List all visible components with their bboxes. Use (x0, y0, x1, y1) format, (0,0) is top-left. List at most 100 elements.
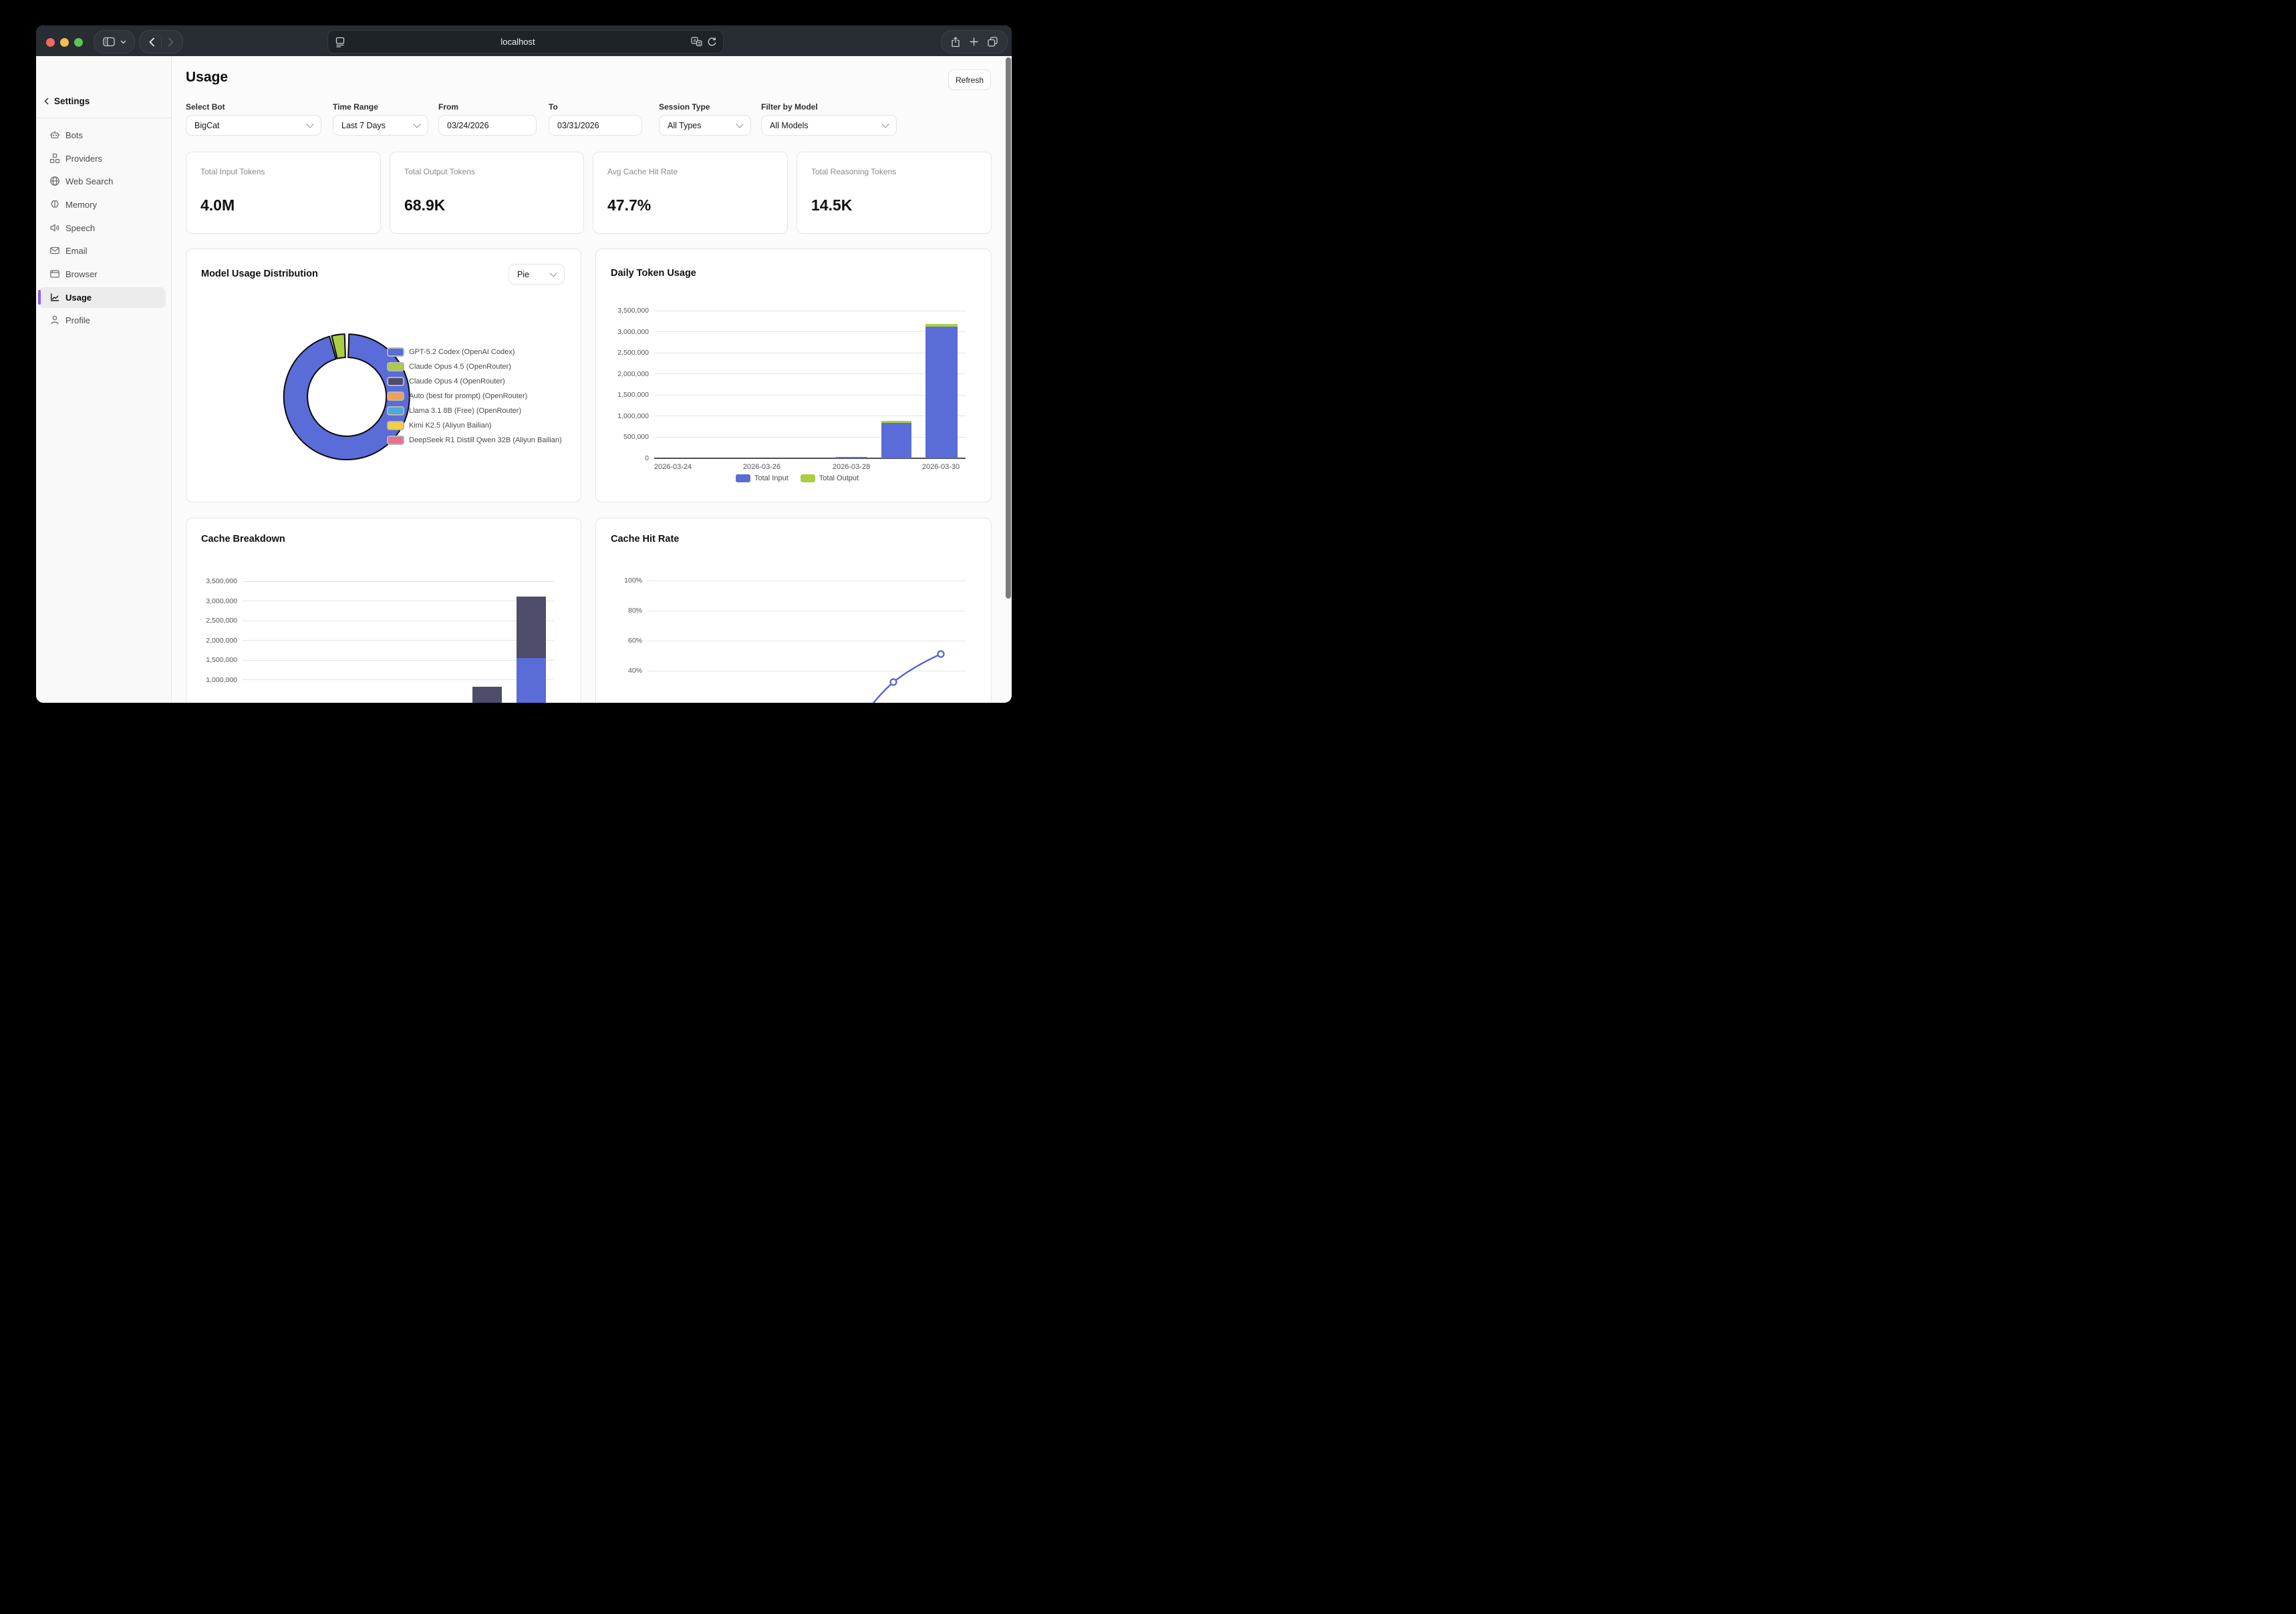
filter-label: To (549, 102, 558, 112)
y-tick: 2,500,000 (190, 617, 237, 625)
tab-overview-icon[interactable] (988, 37, 998, 47)
sidebar-item-label: Browser (65, 269, 98, 279)
sidebar-item-label: Email (65, 246, 88, 256)
sidebar-header[interactable]: Settings (44, 96, 90, 106)
sidebar-item-profile[interactable]: Profile (39, 310, 166, 331)
sidebar-title: Settings (54, 96, 90, 106)
legend-item[interactable]: Total Input (736, 474, 788, 482)
bar-cache-dark (517, 597, 546, 658)
active-item-accent (38, 290, 41, 305)
chevron-down-icon (881, 120, 889, 128)
desktop: { "titlebar": { "url": "localhost" }, "s… (0, 0, 1048, 736)
legend-item[interactable]: Llama 3.1 8B (Free) (OpenRouter) (387, 404, 562, 418)
select-bot-value: BigCat (194, 121, 307, 130)
daily-token-usage-card: Daily Token Usage 3,500,000 3,000,000 2,… (595, 249, 992, 502)
stat-card-reasoning-tokens: Total Reasoning Tokens 14.5K (797, 152, 992, 234)
x-tick: 2026-03-26 (732, 463, 792, 471)
bar-cache-blue (517, 658, 546, 703)
y-tick: 3,500,000 (190, 577, 237, 585)
legend-label: DeepSeek R1 Distill Qwen 32B (Aliyun Bai… (409, 436, 562, 444)
legend-swatch (387, 421, 404, 430)
share-icon[interactable] (951, 37, 960, 47)
cache-breakdown-card: Cache Breakdown 3,500,000 3,000,000 2,50… (186, 518, 581, 703)
bar-total-input (881, 423, 911, 458)
legend-label: Llama 3.1 8B (Free) (OpenRouter) (409, 407, 521, 415)
y-tick: 3,000,000 (190, 597, 237, 605)
to-date-value: 03/31/2026 (557, 121, 633, 130)
legend-swatch (736, 474, 750, 482)
legend-item[interactable]: Claude Opus 4.5 (OpenRouter) (387, 359, 562, 374)
legend-item[interactable]: GPT-5.2 Codex (OpenAI Codex) (387, 345, 562, 359)
legend-label: Total Input (754, 474, 788, 482)
refresh-button[interactable]: Refresh (948, 69, 991, 90)
x-tick: 2026-03-30 (911, 463, 971, 471)
sidebar-item-speech[interactable]: Speech (39, 218, 166, 238)
settings-sidebar: Settings Bots Providers (36, 56, 172, 703)
legend-item[interactable]: Kimi K2.5 (Aliyun Bailian) (387, 418, 562, 433)
legend-item[interactable]: Claude Opus 4 (OpenRouter) (387, 374, 562, 389)
sidebar-item-label: Speech (65, 223, 95, 233)
model-filter-value: All Models (770, 121, 883, 130)
legend-item[interactable]: Total Output (801, 474, 859, 482)
sidebar-item-usage[interactable]: Usage (39, 287, 166, 308)
reload-icon[interactable] (707, 37, 716, 47)
translate-icon[interactable]: A (691, 37, 702, 47)
close-window-button[interactable] (46, 38, 55, 47)
forward-icon[interactable] (162, 37, 180, 47)
sidebar-item-providers[interactable]: Providers (39, 148, 166, 169)
sidebar-toggle-button[interactable] (94, 30, 135, 53)
filter-label: Time Range (333, 102, 378, 112)
from-date-field[interactable]: 03/24/2026 (438, 115, 537, 136)
url-text: localhost (345, 37, 691, 47)
person-icon (49, 315, 60, 325)
to-date-field[interactable]: 03/31/2026 (549, 115, 642, 136)
legend-swatch (387, 436, 404, 445)
nav-button-group (139, 30, 183, 53)
legend-item[interactable]: DeepSeek R1 Distill Qwen 32B (Aliyun Bai… (387, 433, 562, 448)
address-bar[interactable]: localhost A (327, 30, 724, 53)
chart-line-icon (49, 292, 60, 303)
speaker-icon (49, 222, 60, 233)
session-type-value: All Types (668, 121, 737, 130)
sidebar-item-email[interactable]: Email (39, 240, 166, 261)
page-format-icon[interactable] (335, 37, 345, 47)
daily-chart-legend: Total Input Total Output (736, 474, 859, 482)
y-tick: 3,000,000 (602, 328, 649, 336)
new-tab-icon[interactable] (970, 37, 978, 46)
legend-item[interactable]: Auto (best for prompt) (OpenRouter) (387, 389, 562, 404)
x-tick: 2026-03-28 (821, 463, 881, 471)
stat-label: Total Input Tokens (200, 167, 265, 176)
select-bot-dropdown[interactable]: BigCat (186, 115, 321, 136)
chart-title: Cache Breakdown (201, 534, 285, 544)
stat-value: 14.5K (811, 196, 852, 214)
back-icon[interactable] (143, 37, 161, 47)
legend-label: Total Output (819, 474, 859, 482)
model-filter-dropdown[interactable]: All Models (761, 115, 897, 136)
filter-label: Select Bot (186, 102, 225, 112)
page-title: Usage (186, 69, 228, 86)
bar-cache-dark (472, 687, 502, 703)
filter-label: From (438, 102, 458, 112)
legend-label: Auto (best for prompt) (OpenRouter) (409, 392, 527, 400)
sidebar-toggle-icon (103, 37, 115, 47)
chevron-down-icon (306, 120, 313, 128)
session-type-dropdown[interactable]: All Types (659, 115, 751, 136)
legend-label: Kimi K2.5 (Aliyun Bailian) (409, 422, 492, 430)
legend-swatch (387, 347, 404, 357)
browser-window: localhost A (36, 25, 1012, 703)
time-range-dropdown[interactable]: Last 7 Days (333, 115, 428, 136)
sidebar-item-memory[interactable]: Memory (39, 194, 166, 215)
legend-swatch (387, 406, 404, 416)
stat-label: Total Reasoning Tokens (811, 167, 896, 176)
back-chevron-icon[interactable] (44, 98, 49, 105)
from-date-value: 03/24/2026 (447, 121, 528, 130)
sidebar-item-browser[interactable]: Browser (39, 264, 166, 285)
zoom-window-button[interactable] (74, 38, 83, 47)
robot-icon (49, 130, 60, 140)
sidebar-item-bots[interactable]: Bots (39, 125, 166, 146)
legend-label: GPT-5.2 Codex (OpenAI Codex) (409, 348, 515, 356)
page-scrollbar[interactable] (1006, 57, 1011, 599)
sidebar-item-web-search[interactable]: Web Search (39, 171, 166, 192)
pie-legend: GPT-5.2 Codex (OpenAI Codex) Claude Opus… (387, 345, 562, 448)
minimize-window-button[interactable] (60, 38, 69, 47)
